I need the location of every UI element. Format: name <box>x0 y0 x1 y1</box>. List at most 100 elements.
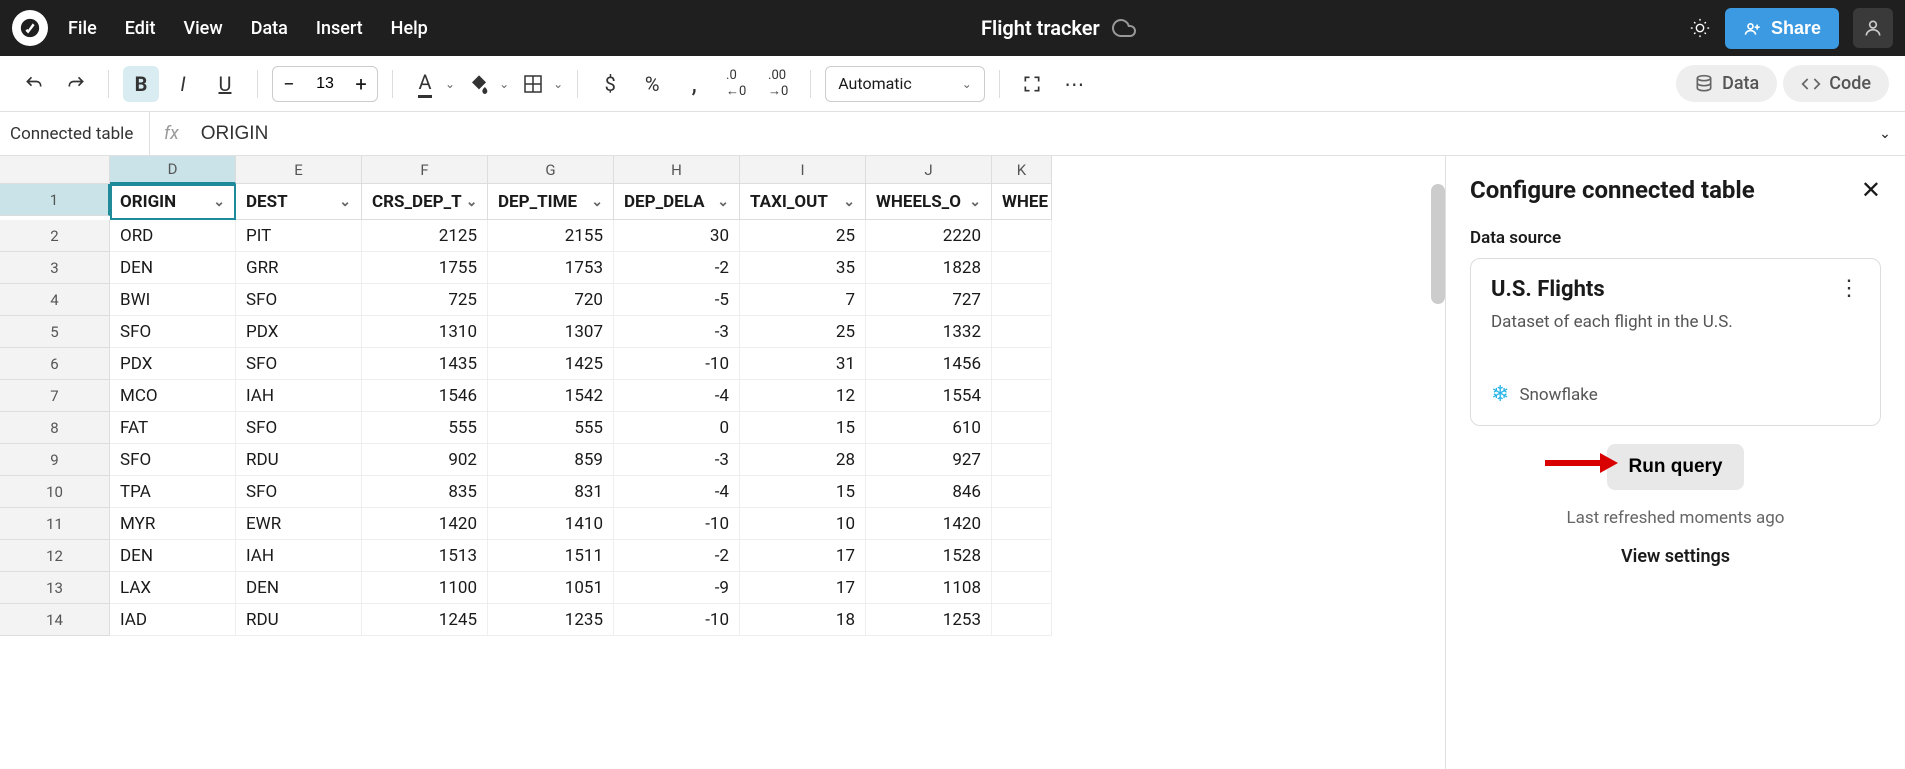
cell[interactable]: 7 <box>740 284 866 316</box>
cell[interactable]: -5 <box>614 284 740 316</box>
formula-bar-expand[interactable]: ⌄ <box>1865 126 1905 142</box>
row-header[interactable]: 14 <box>0 604 110 636</box>
cell[interactable] <box>992 252 1052 284</box>
cell[interactable]: PDX <box>110 348 236 380</box>
view-settings-button[interactable]: View settings <box>1470 546 1881 567</box>
cell[interactable]: IAD <box>110 604 236 636</box>
cell[interactable]: -9 <box>614 572 740 604</box>
cell[interactable]: 902 <box>362 444 488 476</box>
vertical-scrollbar[interactable] <box>1431 184 1445 304</box>
cell[interactable] <box>992 604 1052 636</box>
menu-edit[interactable]: Edit <box>125 18 156 39</box>
cell[interactable]: 30 <box>614 220 740 252</box>
cell[interactable]: BWI <box>110 284 236 316</box>
cell[interactable]: 1435 <box>362 348 488 380</box>
menu-data[interactable]: Data <box>251 18 288 39</box>
cell[interactable]: 727 <box>866 284 992 316</box>
font-size-increase[interactable]: + <box>345 72 377 96</box>
row-header[interactable]: 11 <box>0 508 110 540</box>
cell[interactable]: ORD <box>110 220 236 252</box>
cell[interactable]: DEN <box>110 540 236 572</box>
cell[interactable]: LAX <box>110 572 236 604</box>
filter-chevron-icon[interactable]: ⌄ <box>339 194 351 210</box>
more-button[interactable]: ⋯ <box>1056 66 1092 102</box>
cell[interactable] <box>992 476 1052 508</box>
cell[interactable]: 1528 <box>866 540 992 572</box>
cell[interactable]: PIT <box>236 220 362 252</box>
cell[interactable]: SFO <box>110 444 236 476</box>
spreadsheet[interactable]: DEFGHIJK1ORIGIN⌄DEST⌄CRS_DEP_T⌄DEP_TIME⌄… <box>0 156 1445 769</box>
cell[interactable]: TPA <box>110 476 236 508</box>
italic-button[interactable]: I <box>165 66 201 102</box>
row-header[interactable]: 6 <box>0 348 110 380</box>
column-header[interactable]: J <box>866 156 992 184</box>
cell[interactable]: 1051 <box>488 572 614 604</box>
column-header[interactable]: E <box>236 156 362 184</box>
menu-insert[interactable]: Insert <box>316 18 363 39</box>
fill-color-chevron-icon[interactable]: ⌄ <box>499 77 509 91</box>
row-header[interactable]: 7 <box>0 380 110 412</box>
cell[interactable]: 1554 <box>866 380 992 412</box>
cell[interactable]: 555 <box>362 412 488 444</box>
filter-chevron-icon[interactable]: ⌄ <box>969 194 981 210</box>
cell[interactable]: 31 <box>740 348 866 380</box>
menu-help[interactable]: Help <box>391 18 428 39</box>
cell[interactable] <box>992 444 1052 476</box>
cell[interactable] <box>992 540 1052 572</box>
cell[interactable]: 15 <box>740 412 866 444</box>
cell[interactable] <box>992 508 1052 540</box>
cell[interactable]: 1456 <box>866 348 992 380</box>
row-header[interactable]: 12 <box>0 540 110 572</box>
filter-chevron-icon[interactable]: ⌄ <box>717 194 729 210</box>
row-header[interactable]: 9 <box>0 444 110 476</box>
cell[interactable]: EWR <box>236 508 362 540</box>
cell[interactable]: 25 <box>740 220 866 252</box>
cell[interactable]: SFO <box>110 316 236 348</box>
filter-chevron-icon[interactable]: ⌄ <box>591 194 603 210</box>
borders-chevron-icon[interactable]: ⌄ <box>553 77 563 91</box>
kebab-menu-icon[interactable]: ⋮ <box>1838 285 1860 294</box>
table-column-header[interactable]: CRS_DEP_T⌄ <box>362 184 488 220</box>
table-column-header[interactable]: TAXI_OUT⌄ <box>740 184 866 220</box>
cell[interactable]: -10 <box>614 508 740 540</box>
menu-view[interactable]: View <box>183 18 222 39</box>
cell[interactable]: 0 <box>614 412 740 444</box>
cell[interactable]: 1755 <box>362 252 488 284</box>
formula-input[interactable] <box>193 123 1865 145</box>
cell[interactable]: 1511 <box>488 540 614 572</box>
cell[interactable] <box>992 316 1052 348</box>
cell[interactable]: DEN <box>236 572 362 604</box>
cell[interactable]: SFO <box>236 284 362 316</box>
cell[interactable]: 1307 <box>488 316 614 348</box>
decrease-decimal-button[interactable]: .0←0 <box>718 66 754 102</box>
close-icon[interactable]: ✕ <box>1861 176 1881 204</box>
cell[interactable]: 720 <box>488 284 614 316</box>
table-column-header[interactable]: ORIGIN⌄ <box>110 184 236 220</box>
name-box[interactable]: Connected table <box>0 112 150 155</box>
cell[interactable]: 10 <box>740 508 866 540</box>
cell[interactable]: 35 <box>740 252 866 284</box>
cell[interactable]: -10 <box>614 604 740 636</box>
row-header[interactable]: 3 <box>0 252 110 284</box>
cell[interactable]: 1100 <box>362 572 488 604</box>
row-header[interactable]: 5 <box>0 316 110 348</box>
cell[interactable]: SFO <box>236 476 362 508</box>
cell[interactable]: 835 <box>362 476 488 508</box>
cell[interactable]: 859 <box>488 444 614 476</box>
row-header[interactable]: 10 <box>0 476 110 508</box>
text-color-button[interactable]: A <box>407 66 443 102</box>
cell[interactable]: -2 <box>614 252 740 284</box>
number-format-select[interactable]: Automatic ⌄ <box>825 66 985 102</box>
text-color-chevron-icon[interactable]: ⌄ <box>445 77 455 91</box>
cell[interactable]: 831 <box>488 476 614 508</box>
column-header[interactable]: G <box>488 156 614 184</box>
row-header[interactable]: 1 <box>0 184 110 216</box>
cell[interactable]: 1332 <box>866 316 992 348</box>
cell[interactable]: 2220 <box>866 220 992 252</box>
cell[interactable] <box>992 284 1052 316</box>
cell[interactable]: 1108 <box>866 572 992 604</box>
user-avatar-button[interactable] <box>1853 8 1893 48</box>
cell[interactable]: -10 <box>614 348 740 380</box>
cell[interactable]: 725 <box>362 284 488 316</box>
filter-chevron-icon[interactable]: ⌄ <box>843 194 855 210</box>
